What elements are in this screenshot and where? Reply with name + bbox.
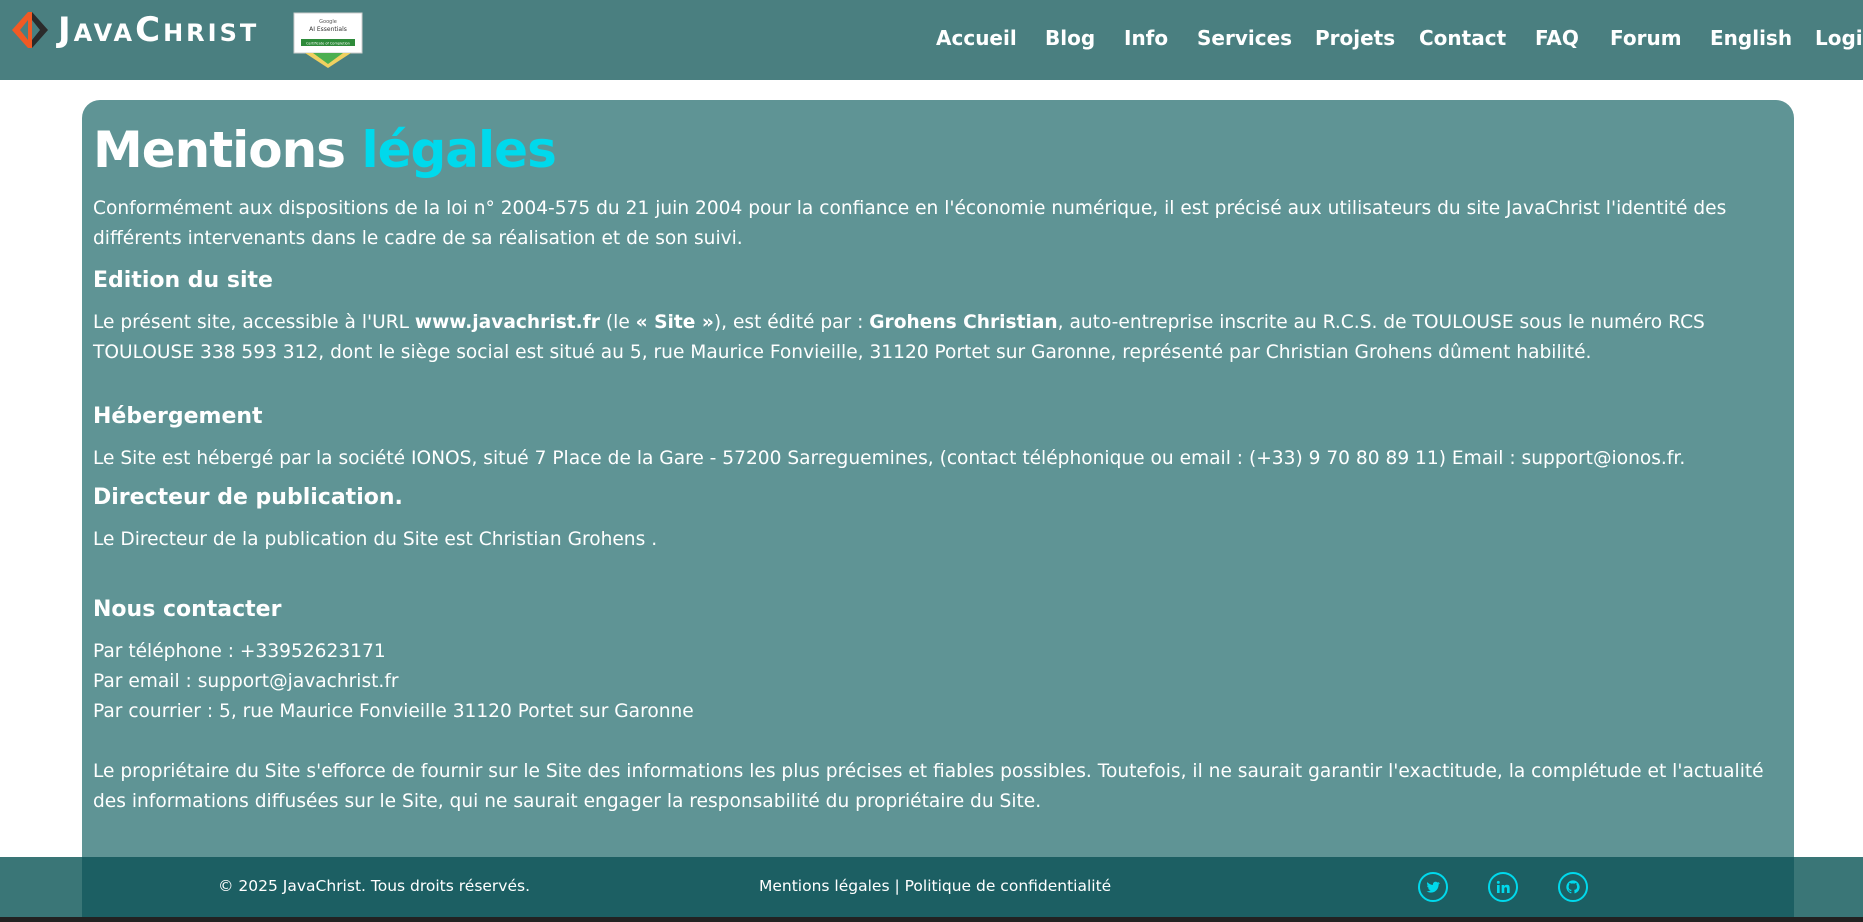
nav-contact[interactable]: Contact <box>1419 26 1506 50</box>
footer-links: Mentions légales | Politique de confiden… <box>759 877 1111 895</box>
edition-text-3: ), est édité par : <box>713 312 870 333</box>
nav-projets[interactable]: Projets <box>1315 26 1395 50</box>
linkedin-link[interactable] <box>1488 872 1518 902</box>
linkedin-icon <box>1496 880 1510 893</box>
site-footer: © 2025 JavaChrist. Tous droits réservés.… <box>0 857 1863 917</box>
contact-phone: Par téléphone : +33952623171 <box>93 641 386 662</box>
heading-hosting: Hébergement <box>93 404 263 429</box>
intro-paragraph: Conformément aux dispositions de la loi … <box>93 198 1727 249</box>
nav-english[interactable]: English <box>1710 26 1792 50</box>
nav-services[interactable]: Services <box>1197 26 1292 50</box>
site-name: « Site » <box>635 312 714 333</box>
twitter-link[interactable] <box>1418 872 1448 902</box>
github-icon <box>1566 880 1580 894</box>
main-nav: Accueil Blog Info Services Projets Conta… <box>0 26 1863 56</box>
nav-blog[interactable]: Blog <box>1045 26 1095 50</box>
hosting-paragraph: Le Site est hébergé par la société IONOS… <box>93 448 1686 469</box>
footer-link-legal[interactable]: Mentions légales <box>759 877 890 895</box>
heading-edition: Edition du site <box>93 268 273 293</box>
github-link[interactable] <box>1558 872 1588 902</box>
contact-mail: Par courrier : 5, rue Maurice Fonvieille… <box>93 701 694 722</box>
footer-inner: © 2025 JavaChrist. Tous droits réservés.… <box>82 857 1794 917</box>
page-title-accent: légales <box>361 121 556 179</box>
nav-login[interactable]: Login <box>1815 26 1863 50</box>
disclaimer-paragraph: Le propriétaire du Site s'efforce de fou… <box>93 761 1764 812</box>
edition-paragraph: Le présent site, accessible à l'URL www.… <box>93 308 1782 368</box>
page-title: Mentions légales <box>93 118 1782 182</box>
nav-forum[interactable]: Forum <box>1610 26 1682 50</box>
badge-line-1: Google <box>319 19 337 25</box>
bottom-strip <box>0 917 1863 922</box>
owner-name: Grohens Christian <box>869 312 1058 333</box>
nav-accueil[interactable]: Accueil <box>936 26 1017 50</box>
edition-text-2: (le <box>599 312 636 333</box>
top-navbar: JavaChrist Google AI Essentials Certific… <box>0 0 1863 80</box>
contact-email: Par email : support@javachrist.fr <box>93 671 399 692</box>
heading-contact: Nous contacter <box>93 597 282 622</box>
edition-text-1: Le présent site, accessible à l'URL <box>93 312 415 333</box>
director-paragraph: Le Directeur de la publication du Site e… <box>93 529 658 550</box>
legal-content-card: Mentions légales Conformément aux dispos… <box>82 100 1794 922</box>
copyright-text: © 2025 JavaChrist. Tous droits réservés. <box>218 877 531 895</box>
site-url: www.javachrist.fr <box>414 312 600 333</box>
footer-link-separator: | <box>889 877 905 895</box>
nav-faq[interactable]: FAQ <box>1535 26 1579 50</box>
twitter-icon <box>1426 881 1440 893</box>
heading-director: Directeur de publication. <box>93 485 403 510</box>
nav-info[interactable]: Info <box>1124 26 1168 50</box>
footer-link-privacy[interactable]: Politique de confidentialité <box>905 877 1112 895</box>
page-title-main: Mentions <box>93 121 346 179</box>
